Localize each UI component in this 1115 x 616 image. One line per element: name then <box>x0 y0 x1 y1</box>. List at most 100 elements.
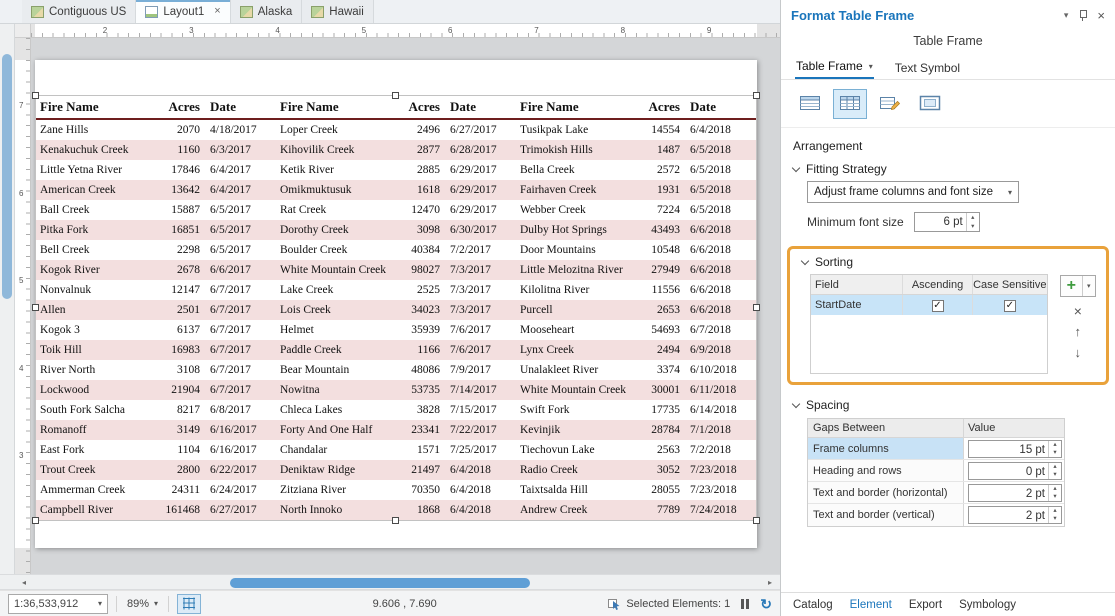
spinner-buttons[interactable]: ▴ ▾ <box>1048 507 1061 523</box>
scroll-right-icon[interactable]: ▸ <box>763 577 777 589</box>
table-cell: 6/5/2017 <box>210 204 251 216</box>
spinner-down-icon[interactable]: ▾ <box>1049 471 1061 479</box>
spacing-row-label[interactable]: Heading and rows <box>808 460 964 481</box>
doc-tab-contiguous-us[interactable]: Contiguous US <box>22 0 137 23</box>
spinner-buttons[interactable]: ▴ ▾ <box>965 213 979 231</box>
frame-border-button[interactable] <box>913 89 947 119</box>
fitting-strategy-header[interactable]: Fitting Strategy <box>781 153 1115 179</box>
table-row: Door Mountains 10548 6/6/2018 <box>516 240 756 260</box>
bottom-tab-catalog[interactable]: Catalog <box>793 599 833 611</box>
sorting-header[interactable]: Sorting <box>796 249 1100 274</box>
table-cell: 2525 <box>417 284 440 296</box>
table-columns-button[interactable] <box>833 89 867 119</box>
ascending-checkbox[interactable]: ✓ <box>931 300 944 312</box>
selection-handle[interactable] <box>392 517 399 524</box>
spinner-down-icon[interactable]: ▾ <box>1049 493 1061 501</box>
spinner-buttons[interactable]: ▴ ▾ <box>1048 462 1061 479</box>
table-cell: Kevinjik <box>520 424 561 436</box>
close-panel-icon[interactable]: × <box>1097 9 1105 22</box>
table-frame-button[interactable] <box>793 89 827 119</box>
ruler-number: 9 <box>706 26 712 35</box>
table-edit-button[interactable] <box>873 89 907 119</box>
spinner-down-icon[interactable]: ▾ <box>1049 449 1061 457</box>
selection-handle[interactable] <box>32 92 39 99</box>
table-row: Bell Creek 2298 6/5/2017 <box>36 240 276 260</box>
doc-tab-layout1[interactable]: Layout1 × <box>136 0 231 23</box>
plus-icon[interactable]: + <box>1061 276 1082 296</box>
selection-handle[interactable] <box>32 304 39 311</box>
spinner-up-icon[interactable]: ▴ <box>1049 485 1061 493</box>
remove-sort-field-button[interactable]: × <box>1074 304 1082 318</box>
spinner-buttons[interactable]: ▴ ▾ <box>1048 440 1061 457</box>
table-header-row: Fire Name Acres Date <box>276 96 516 120</box>
chevron-down-icon[interactable]: ▾ <box>1081 276 1095 296</box>
spacing-header[interactable]: Spacing <box>781 389 1115 415</box>
zoom-level-dropdown[interactable]: 89% ▾ <box>125 598 160 610</box>
minimum-font-size-spinner[interactable]: 6 pt ▴ ▾ <box>913 212 980 232</box>
spinner-up-icon[interactable]: ▴ <box>1049 441 1061 449</box>
refresh-icon[interactable]: ↻ <box>760 597 772 611</box>
tab-text-symbol[interactable]: Text Symbol <box>894 57 961 79</box>
doc-tab-alaska[interactable]: Alaska <box>230 0 303 23</box>
table-cell: Paddle Creek <box>280 344 342 356</box>
selection-handle[interactable] <box>392 92 399 99</box>
close-tab-icon[interactable]: × <box>214 6 220 17</box>
table-cell: 2678 <box>177 264 200 276</box>
table-cell: Lynx Creek <box>520 344 574 356</box>
spinner-buttons[interactable]: ▴ ▾ <box>1048 484 1061 501</box>
layout-canvas[interactable]: Fire Name Acres Date Zane Hills 2070 4/18/201… <box>31 38 780 574</box>
move-down-button[interactable]: ↓ <box>1075 346 1082 360</box>
fitting-strategy-dropdown[interactable]: Adjust frame columns and font size ▾ <box>807 181 1019 203</box>
spinner-up-icon[interactable]: ▴ <box>967 213 979 222</box>
selection-handle[interactable] <box>753 92 760 99</box>
chevron-down-icon[interactable]: ▾ <box>154 599 158 608</box>
selection-handle[interactable] <box>32 517 39 524</box>
table-frame[interactable]: Fire Name Acres Date Zane Hills 2070 4/18/201… <box>32 92 760 524</box>
scroll-left-icon[interactable]: ◂ <box>17 577 31 589</box>
chevron-down-icon[interactable]: ▾ <box>98 599 102 608</box>
vertical-scrollbar-thumb[interactable] <box>2 54 12 299</box>
table-cell: 6/7/2017 <box>210 364 251 376</box>
selected-elements-indicator[interactable]: Selected Elements: 1 <box>608 597 730 610</box>
sorting-row[interactable]: StartDate ✓ ✓ <box>811 295 1047 315</box>
spacing-row-label[interactable]: Text and border (horizontal) <box>808 482 964 503</box>
spinner-up-icon[interactable]: ▴ <box>1049 507 1061 515</box>
panel-menu-icon[interactable]: ▾ <box>1064 10 1069 21</box>
move-up-button[interactable]: ↑ <box>1075 325 1082 339</box>
pin-icon[interactable] <box>1077 9 1088 21</box>
table-cell: 7/2/2018 <box>690 444 731 456</box>
spacing-value-spinner[interactable]: 2 pt ▴ ▾ <box>968 483 1062 502</box>
map-scale-combo[interactable]: 1:36,533,912 ▾ <box>8 593 108 614</box>
case-sensitive-checkbox[interactable]: ✓ <box>1003 300 1016 312</box>
pause-drawing-button[interactable] <box>738 598 752 609</box>
bottom-tab-element[interactable]: Element <box>850 599 892 611</box>
minimum-font-size-label: Minimum font size <box>807 215 904 229</box>
spacing-row-label[interactable]: Text and border (vertical) <box>808 504 964 526</box>
spinner-up-icon[interactable]: ▴ <box>1049 463 1061 471</box>
snap-grid-button[interactable] <box>177 593 202 614</box>
bottom-tab-export[interactable]: Export <box>909 599 942 611</box>
tab-table-frame[interactable]: Table Frame ▾ <box>795 55 874 79</box>
spacing-value-spinner[interactable]: 15 pt ▴ ▾ <box>968 439 1062 458</box>
table-row: South Fork Salcha 8217 6/8/2017 <box>36 400 276 420</box>
spinner-down-icon[interactable]: ▾ <box>1049 515 1061 523</box>
add-sort-field-button[interactable]: + ▾ <box>1059 275 1096 297</box>
spinner-down-icon[interactable]: ▾ <box>967 222 979 231</box>
layout-page[interactable]: Fire Name Acres Date Zane Hills 2070 4/18/201… <box>32 60 760 548</box>
chevron-down-icon[interactable]: ▾ <box>1002 188 1018 197</box>
spacing-value-spinner[interactable]: 0 pt ▴ ▾ <box>968 461 1062 480</box>
horizontal-scrollbar[interactable]: ◂ ▸ <box>0 574 780 590</box>
spacing-value-spinner[interactable]: 2 pt ▴ ▾ <box>968 506 1062 524</box>
ruler-number: 6 <box>19 188 24 198</box>
horizontal-scrollbar-thumb[interactable] <box>230 578 530 588</box>
doc-tab-hawaii[interactable]: Hawaii <box>302 0 374 23</box>
selection-handle[interactable] <box>753 304 760 311</box>
vertical-scrollbar[interactable] <box>0 24 15 574</box>
spacing-row-label[interactable]: Frame columns <box>808 438 964 459</box>
bottom-tab-symbology[interactable]: Symbology <box>959 599 1016 611</box>
layout-view-region: Contiguous US Layout1 × Alaska Hawaii 234567… <box>0 0 780 616</box>
table-cell: Nonvalnuk <box>40 284 92 296</box>
chevron-down-icon[interactable]: ▾ <box>869 62 873 71</box>
selection-handle[interactable] <box>753 517 760 524</box>
table-row: Deniktaw Ridge 21497 6/4/2018 <box>276 460 516 480</box>
